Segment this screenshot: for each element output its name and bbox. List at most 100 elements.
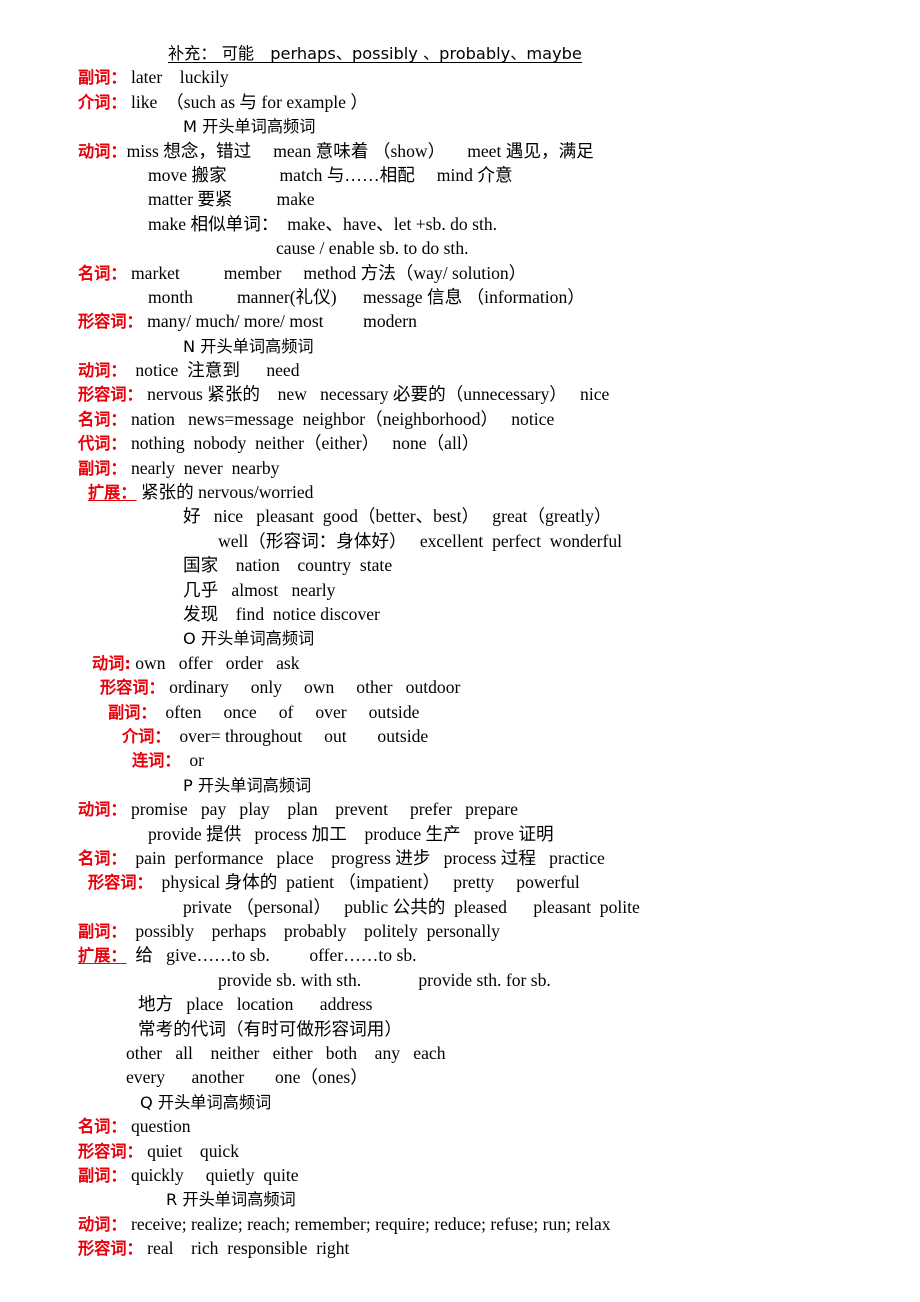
pos-label: 副词：: [108, 702, 157, 722]
pos-words: nation news=message neighbor（neighborhoo…: [126, 408, 555, 429]
content-row-p-1: provide 提供 process 加工 produce 生产 prove 证…: [78, 822, 878, 846]
pos-row-o-0: 动词: own offer order ask: [78, 651, 878, 675]
pos-words: miss 想念，错过 mean 意味着 （show） meet 遇见，满足: [126, 140, 594, 161]
pos-label: 形容词：: [100, 678, 165, 698]
content-row-m-4: cause / enable sb. to do sth.: [78, 236, 878, 260]
pos-label: 副词：: [78, 1165, 127, 1185]
supplement-header-text: 补充： 可能 perhaps、possibly 、probably、maybe: [168, 44, 582, 63]
content-row-p-8: 地方 place location address: [78, 992, 878, 1016]
pos-words: nothing nobody neither（either） none（all）: [126, 433, 480, 454]
pos-row-n-3: 代词： nothing nobody neither（either） none（…: [78, 431, 878, 455]
pos-words: quiet quick: [142, 1140, 240, 1161]
pos-words: ordinary only own other outdoor: [164, 677, 461, 698]
content-row-m-1: move 搬家 match 与……相配 mind 介意: [78, 163, 878, 187]
pos-row-q-2: 副词： quickly quietly quite: [78, 1163, 878, 1187]
content-text: 常考的代词（有时可做形容词用）: [138, 1018, 402, 1039]
pos-label: 名词：: [78, 1117, 127, 1137]
pos-label: 形容词：: [78, 1141, 143, 1161]
section-heading-text: M 开头单词高频词: [183, 117, 316, 137]
pos-words: receive; realize; reach; remember; requi…: [126, 1213, 611, 1234]
pos-label: 动词：: [78, 800, 127, 820]
pos-row-n-5: 扩展： 紧张的 nervous/worried: [78, 480, 878, 504]
pos-words: quickly quietly quite: [126, 1164, 299, 1185]
pos-row-r-0: 动词： receive; realize; reach; remember; r…: [78, 1212, 878, 1236]
pos-row-o-1: 形容词： ordinary only own other outdoor: [78, 675, 878, 699]
pos-label: 名词：: [78, 409, 127, 429]
content-text: move 搬家 match 与……相配 mind 介意: [148, 164, 513, 185]
pos-label: 副词：: [78, 68, 127, 88]
pos-row-q-0: 名词： question: [78, 1114, 878, 1138]
pos-words: own offer order ask: [130, 652, 300, 673]
content-row-m-3: make 相似单词： make、have、let +sb. do sth.: [78, 212, 878, 236]
section-heading-text: O 开头单词高频词: [183, 629, 315, 649]
pos-row-p-0: 动词： promise pay play plan prevent prefer…: [78, 797, 878, 821]
pos-row-n-4: 副词： nearly never nearby: [78, 456, 878, 480]
pos-label: 动词：: [78, 1214, 127, 1234]
pos-row-n-1: 形容词： nervous 紧张的 new necessary 必要的（unnec…: [78, 382, 878, 406]
pos-row-r-1: 形容词： real rich responsible right: [78, 1236, 878, 1260]
pos-words: later luckily: [126, 67, 229, 88]
pos-words: or: [180, 750, 205, 771]
pos-row-p-6: 扩展： 给 give……to sb. offer……to sb.: [78, 943, 878, 967]
pos-words: nervous 紧张的 new necessary 必要的（unnecessar…: [142, 384, 610, 405]
content-text: well（形容词：身体好） excellent perfect wonderfu…: [218, 530, 623, 551]
content-text: 地方 place location address: [138, 994, 373, 1015]
pos-label: 扩展：: [88, 483, 137, 503]
content-row-n-10: 发现 find notice discover: [78, 602, 878, 626]
pos-label: 动词:: [92, 653, 131, 673]
pos-row-p-2: 名词： pain performance place progress 进步 p…: [78, 846, 878, 870]
pos-label: 名词：: [78, 848, 127, 868]
content-text: make 相似单词： make、have、let +sb. do sth.: [148, 213, 498, 234]
pos-words: promise pay play plan prevent prefer pre…: [126, 799, 518, 820]
content-text: every another one（ones）: [126, 1067, 368, 1088]
pos-row-n-0: 动词： notice 注意到 need: [78, 358, 878, 382]
pos-words: notice 注意到 need: [126, 360, 300, 381]
pos-words: 给 give……to sb. offer……to sb.: [126, 945, 417, 966]
pos-words: nearly never nearby: [126, 457, 280, 478]
pos-label: 副词：: [78, 458, 127, 478]
content-row-p-11: every another one（ones）: [78, 1065, 878, 1089]
pos-words: real rich responsible right: [142, 1238, 350, 1259]
pos-row-pre-m-1: 副词： later luckily: [78, 65, 878, 89]
pos-label: 形容词：: [88, 873, 153, 893]
section-heading-m: M 开头单词高频词: [78, 114, 878, 138]
pos-row-o-2: 副词： often once of over outside: [78, 700, 878, 724]
pos-row-n-2: 名词： nation news=message neighbor（neighbo…: [78, 407, 878, 431]
content-row-n-6: 好 nice pleasant good（better、best） great（…: [78, 504, 878, 528]
section-heading-o: O 开头单词高频词: [78, 626, 878, 650]
document-page: 补充： 可能 perhaps、possibly 、probably、maybe 副…: [0, 0, 920, 1302]
pos-row-m-0: 动词：miss 想念，错过 mean 意味着 （show） meet 遇见，满足: [78, 139, 878, 163]
pos-words: question: [126, 1116, 191, 1137]
section-heading-text: N 开头单词高频词: [183, 336, 314, 356]
pos-label: 形容词：: [78, 1239, 143, 1259]
pos-words: possibly perhaps probably politely perso…: [126, 921, 500, 942]
pos-row-q-1: 形容词： quiet quick: [78, 1139, 878, 1163]
pos-label: 连词：: [132, 751, 181, 771]
pos-words: often once of over outside: [156, 701, 420, 722]
pos-label: 名词：: [78, 263, 127, 283]
pos-row-p-5: 副词： possibly perhaps probably politely p…: [78, 919, 878, 943]
section-heading-n: N 开头单词高频词: [78, 334, 878, 358]
pos-words: many/ much/ more/ most modern: [142, 311, 417, 332]
content-row-n-9: 几乎 almost nearly: [78, 578, 878, 602]
section-heading-p: P 开头单词高频词: [78, 773, 878, 797]
pos-row-m-7: 形容词： many/ much/ more/ most modern: [78, 309, 878, 333]
content-row-n-7: well（形容词：身体好） excellent perfect wonderfu…: [78, 529, 878, 553]
pos-row-m-5: 名词： market member method 方法（way/ solutio…: [78, 261, 878, 285]
content-text: cause / enable sb. to do sth.: [276, 238, 469, 259]
pos-label: 动词：: [78, 141, 127, 161]
supplement-header-line: 补充： 可能 perhaps、possibly 、probably、maybe: [78, 41, 878, 65]
pos-row-o-4: 连词： or: [78, 748, 878, 772]
content-text: private （personal） public 公共的 pleased pl…: [183, 896, 640, 917]
content-row-m-2: matter 要紧 make: [78, 187, 878, 211]
content-row-p-9: 常考的代词（有时可做形容词用）: [78, 1017, 878, 1041]
pos-row-o-3: 介词： over= throughout out outside: [78, 724, 878, 748]
document-body: 补充： 可能 perhaps、possibly 、probably、maybe 副…: [78, 41, 878, 1261]
pos-label: 介词：: [78, 92, 127, 112]
pos-label: 副词：: [78, 922, 127, 942]
pos-words: over= throughout out outside: [170, 725, 429, 746]
pos-row-p-3: 形容词： physical 身体的 patient （impatient） pr…: [78, 870, 878, 894]
content-text: provide sb. with sth. provide sth. for s…: [218, 969, 551, 990]
section-heading-text: Q 开头单词高频词: [140, 1092, 272, 1112]
pos-label: 介词：: [122, 726, 171, 746]
